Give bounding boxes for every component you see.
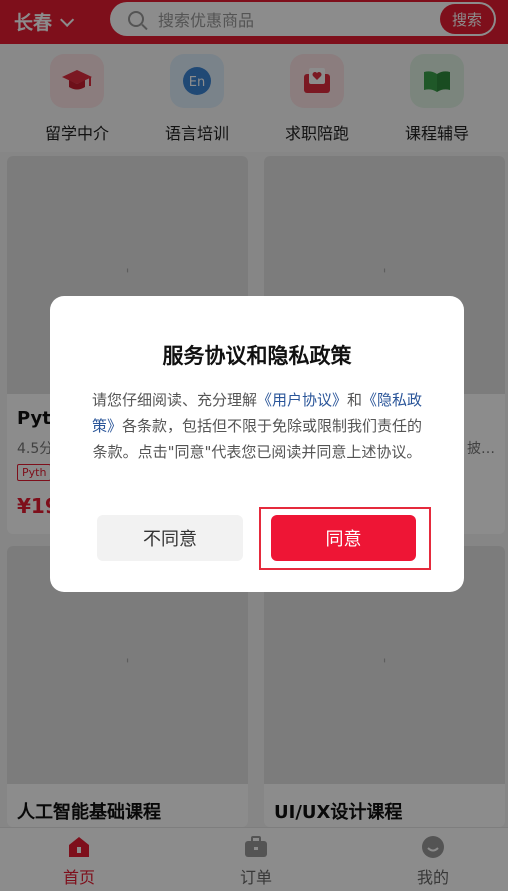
privacy-dialog: 服务协议和隐私政策 请您仔细阅读、充分理解《用户协议》和《隐私政策》各条款，包括…: [50, 296, 464, 592]
dialog-text: 各条款，包括但不限于免除或限制我们责任的条款。点击"同意"代表您已阅读并同意上述…: [92, 417, 423, 461]
dialog-title: 服务协议和隐私政策: [162, 344, 352, 368]
disagree-button[interactable]: 不同意: [97, 515, 243, 561]
agree-button[interactable]: 同意: [271, 515, 416, 561]
dialog-text: 请您仔细阅读、充分理解: [91, 391, 257, 409]
dialog-text: 和: [347, 391, 363, 409]
dialog-body: 请您仔细阅读、充分理解《用户协议》和《隐私政策》各条款，包括但不限于免除或限制我…: [90, 387, 424, 465]
user-agreement-link[interactable]: 《用户协议》: [257, 391, 347, 409]
